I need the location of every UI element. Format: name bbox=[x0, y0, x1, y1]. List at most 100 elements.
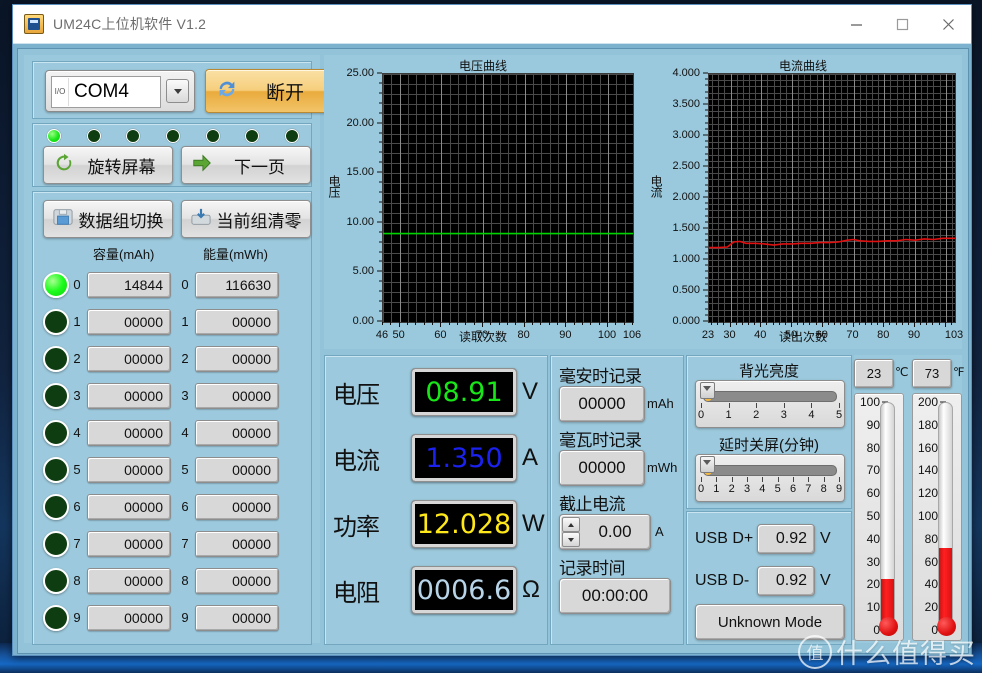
backlight-slider-tick-label: 3 bbox=[780, 409, 787, 421]
usb-dminus-row: USB D- 0.92 V bbox=[695, 566, 831, 596]
cutoff-current-stepper[interactable]: 0.00 bbox=[559, 514, 651, 550]
minimize-button[interactable] bbox=[833, 6, 879, 43]
chart-gridline-minor bbox=[383, 322, 633, 323]
group-capacity-value: 00000 bbox=[87, 493, 171, 520]
chart-plot-area[interactable] bbox=[382, 73, 634, 323]
chart-y-tick-label: 3.500 bbox=[672, 98, 700, 110]
chart-y-tick-mark-minor bbox=[379, 231, 382, 233]
chart-y-tick-mark-minor bbox=[379, 211, 382, 213]
cutoff-stepper-buttons[interactable] bbox=[562, 517, 580, 547]
data-group-row: 6 00000 6 00000 bbox=[43, 488, 305, 525]
group-index-left: 3 bbox=[73, 388, 81, 403]
chart-y-tick-mark-minor bbox=[379, 171, 382, 173]
chart-y-tick-mark-minor bbox=[705, 103, 708, 105]
com-port-field[interactable]: I/O COM4 bbox=[51, 76, 161, 108]
sleep-slider-thumb[interactable] bbox=[700, 456, 715, 473]
backlight-slider[interactable]: 0 1 2 3 4 5 bbox=[695, 380, 845, 428]
cutoff-increment-button[interactable] bbox=[562, 517, 580, 532]
chart-x-tick-mark-minor bbox=[754, 322, 756, 325]
current-readout-label: 电流 bbox=[333, 447, 380, 475]
chart-y-tick-label: 1.000 bbox=[672, 253, 700, 265]
chart-x-tick-mark-minor bbox=[741, 322, 743, 325]
group-index-left: 5 bbox=[73, 462, 81, 477]
cutoff-decrement-button[interactable] bbox=[562, 532, 580, 547]
record-panel: 毫安时记录 00000 mAh 毫瓦时记录 00000 mWh 截止电流 0.0… bbox=[550, 355, 684, 645]
sleep-slider-tick-label: 4 bbox=[759, 483, 766, 495]
next-page-button[interactable]: 下一页 bbox=[181, 146, 311, 184]
chart-x-tick-label: 60 bbox=[815, 329, 828, 341]
backlight-slider-tick-mark bbox=[701, 403, 702, 408]
mah-record-value: 00000 bbox=[559, 386, 645, 422]
sleep-slider-tick-mark bbox=[731, 477, 733, 482]
group-switch-button[interactable]: 数据组切换 bbox=[43, 200, 173, 238]
chart-x-tick-mark-minor bbox=[407, 322, 408, 325]
chart-y-tick-mark-minor bbox=[379, 92, 382, 94]
chart-y-tick-label: 0.00 bbox=[352, 315, 374, 327]
group-index-right: 0 bbox=[181, 277, 189, 292]
sleep-slider[interactable]: 0123456789 bbox=[695, 454, 845, 502]
rotate-screen-button[interactable]: 旋转屏幕 bbox=[43, 146, 173, 184]
chart-y-tick-label: 0.500 bbox=[672, 284, 700, 296]
chart-x-tick-mark bbox=[565, 322, 567, 327]
maximize-button[interactable] bbox=[879, 6, 925, 43]
chart-y-tick-mark-minor bbox=[705, 122, 708, 124]
group-index-left: 6 bbox=[73, 499, 81, 514]
celsius-tick-label: 40 bbox=[866, 531, 880, 546]
chart-series bbox=[709, 237, 955, 249]
sleep-slider-tick-label: 2 bbox=[728, 483, 735, 495]
chart-x-tick-mark-minor bbox=[540, 322, 542, 325]
chart-y-tick-mark-minor bbox=[705, 227, 708, 229]
cutoff-current-title: 截止电流 bbox=[559, 495, 626, 514]
chart-x-tick-mark-minor bbox=[711, 322, 713, 325]
chart-y-tick-mark-minor bbox=[379, 82, 382, 84]
chart-y-tick-mark-minor bbox=[705, 283, 708, 285]
chart-x-tick-mark bbox=[607, 322, 608, 327]
chart-y-tick-mark-minor bbox=[705, 140, 708, 142]
chart-y-tick-mark-minor bbox=[379, 290, 382, 292]
client-inner: I/O COM4 断开 旋转屏幕 下一页 数据组切换 当前组清零 容量(mAh)… bbox=[17, 48, 969, 654]
fahrenheit-tube bbox=[938, 402, 953, 632]
application-window: UM24C上位机软件 V1.2 I/O COM4 断开 旋转屏幕 下一页 数据组… bbox=[12, 4, 972, 656]
current-readout-value: 1.350 bbox=[411, 434, 517, 482]
backlight-slider-tick-mark bbox=[756, 403, 758, 408]
chart-x-tick-mark-minor bbox=[920, 322, 922, 325]
com-port-select[interactable]: I/O COM4 bbox=[45, 70, 195, 112]
fahrenheit-tick-label: 160 bbox=[917, 440, 938, 455]
chart-y-tick-mark-minor bbox=[705, 295, 708, 297]
chart-y-tick-mark-minor bbox=[379, 270, 382, 272]
group-led-7 bbox=[43, 530, 69, 557]
backlight-slider-thumb[interactable] bbox=[700, 382, 715, 399]
chevron-down-icon[interactable] bbox=[166, 79, 189, 103]
chart-y-tick-mark-minor bbox=[379, 191, 382, 193]
chart-x-tick-mark-minor bbox=[827, 322, 829, 325]
chart-plot-area[interactable] bbox=[708, 73, 956, 323]
close-button[interactable] bbox=[925, 6, 971, 43]
chart-x-tick-mark-minor bbox=[498, 322, 500, 325]
resistance-readout: 电阻 0006.6 Ω bbox=[333, 566, 540, 614]
chart-gridline bbox=[709, 322, 955, 323]
backlight-slider-track[interactable] bbox=[703, 391, 837, 402]
chart-y-tick-mark-minor bbox=[705, 239, 708, 241]
fahrenheit-tick-label: 80 bbox=[924, 531, 938, 546]
data-group-row: 1 00000 1 00000 bbox=[43, 303, 305, 340]
chart-y-tick-mark-minor bbox=[705, 109, 708, 111]
chart-y-tick-mark-minor bbox=[705, 289, 708, 291]
group-energy-value: 00000 bbox=[195, 567, 279, 594]
chart-y-tick-mark-minor bbox=[705, 215, 708, 217]
chart-x-tick-mark-minor bbox=[590, 322, 592, 325]
sleep-slider-track[interactable] bbox=[703, 465, 837, 476]
chart-y-tick-label: 15.00 bbox=[346, 166, 374, 179]
disconnect-button[interactable]: 断开 bbox=[205, 69, 339, 113]
chart-x-tick-mark-minor bbox=[490, 322, 492, 325]
chart-x-tick-mark-minor bbox=[846, 322, 848, 325]
sleep-slider-tick-mark bbox=[808, 477, 810, 482]
next-page-label: 下一页 bbox=[234, 157, 285, 177]
chart-x-tick-mark-minor bbox=[815, 322, 817, 325]
voltage-readout-label: 电压 bbox=[333, 381, 380, 409]
record-time-value: 00:00:00 bbox=[559, 578, 671, 614]
group-capacity-value: 14844 bbox=[87, 271, 171, 298]
chart-x-tick-mark-minor bbox=[784, 322, 786, 325]
group-clear-button[interactable]: 当前组清零 bbox=[181, 200, 311, 238]
disconnect-label: 断开 bbox=[265, 82, 304, 104]
charts-area: 电压曲线 电压 读取次数 0.00 5.00 10.00 15.00 20.00 25.00 46… bbox=[324, 55, 963, 349]
